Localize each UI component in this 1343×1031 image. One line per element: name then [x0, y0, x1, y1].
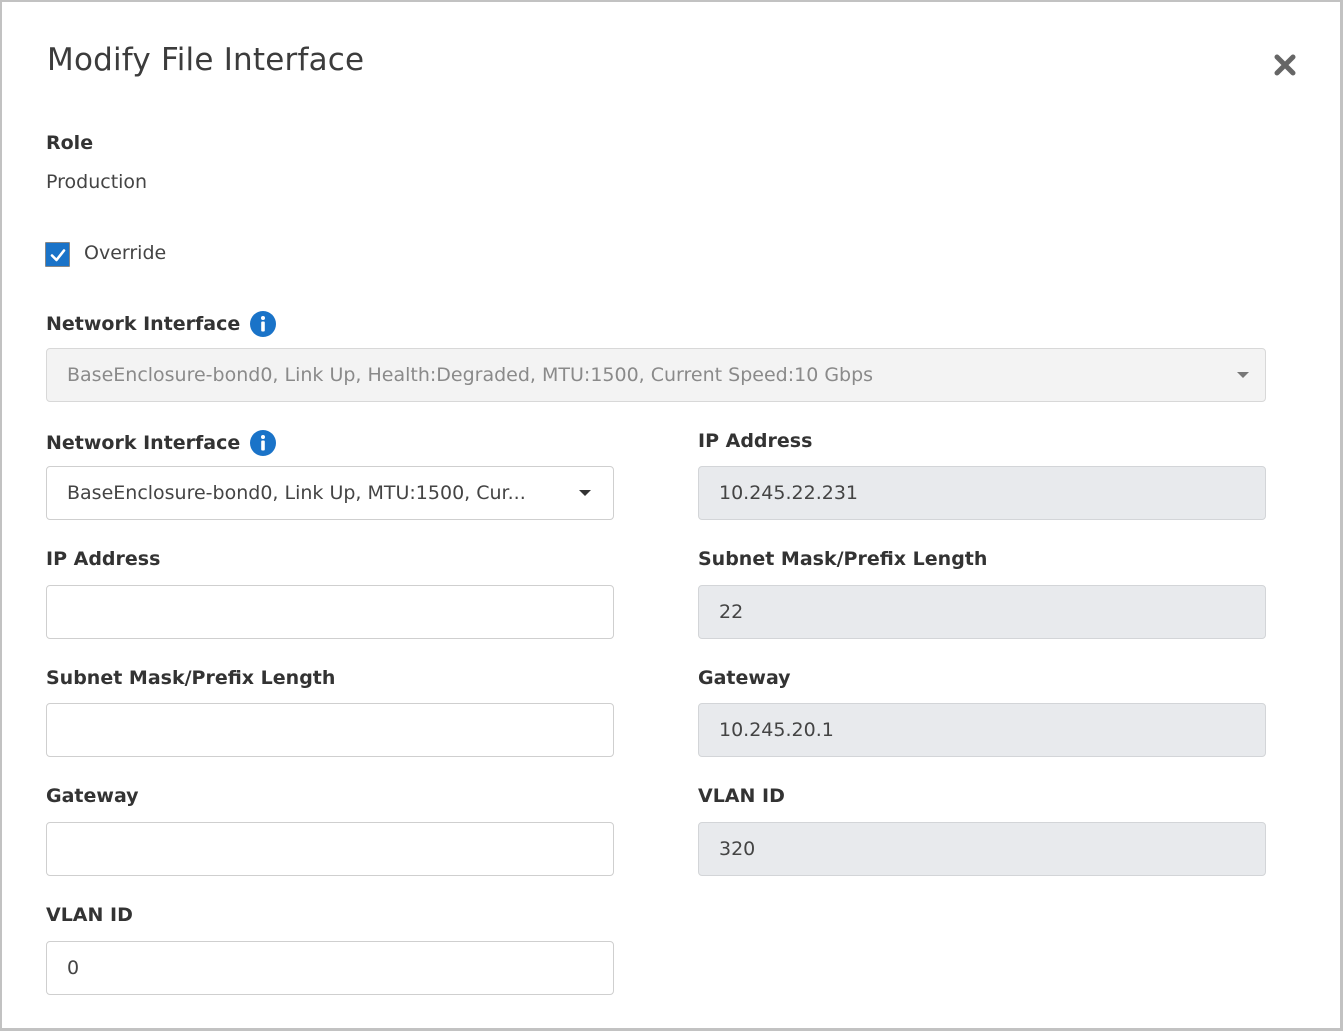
current-subnet-value: 22 [719, 601, 744, 623]
new-subnet-input[interactable] [67, 719, 597, 741]
new-network-interface-label-text: Network Interface [46, 432, 241, 454]
current-vlan-id-field: 320 [698, 822, 1266, 876]
new-network-interface-label: Network Interface [46, 430, 277, 456]
network-interface-label: Network Interface [46, 311, 277, 337]
info-icon[interactable] [250, 430, 277, 456]
new-gateway-label: Gateway [46, 785, 139, 807]
current-gateway-label: Gateway [698, 667, 791, 689]
new-subnet-label: Subnet Mask/Prefix Length [46, 667, 336, 689]
new-vlan-id-label: VLAN ID [46, 904, 133, 926]
new-gateway-input[interactable] [67, 838, 597, 860]
checkmark-icon [50, 248, 65, 261]
close-icon [1274, 54, 1296, 76]
new-ip-address-label: IP Address [46, 548, 161, 570]
close-button[interactable] [1270, 50, 1300, 80]
current-gateway-value: 10.245.20.1 [719, 719, 834, 741]
new-network-interface-select[interactable]: BaseEnclosure-bond0, Link Up, MTU:1500, … [46, 466, 614, 520]
new-subnet-field[interactable] [46, 703, 614, 757]
network-interface-label-text: Network Interface [46, 313, 241, 335]
chevron-down-icon [579, 490, 591, 496]
current-subnet-label: Subnet Mask/Prefix Length [698, 548, 988, 570]
override-checkbox[interactable] [45, 242, 70, 267]
current-vlan-id-label: VLAN ID [698, 785, 785, 807]
new-ip-address-field[interactable] [46, 585, 614, 639]
current-ip-address-field: 10.245.22.231 [698, 466, 1266, 520]
dialog-title: Modify File Interface [47, 42, 365, 78]
current-subnet-field: 22 [698, 585, 1266, 639]
current-vlan-id-value: 320 [719, 838, 756, 860]
role-value: Production [46, 171, 148, 193]
new-gateway-field[interactable] [46, 822, 614, 876]
new-vlan-id-field[interactable] [46, 941, 614, 995]
current-gateway-field: 10.245.20.1 [698, 703, 1266, 757]
current-ip-address-value: 10.245.22.231 [719, 482, 859, 504]
new-network-interface-value: BaseEnclosure-bond0, Link Up, MTU:1500, … [67, 482, 526, 504]
network-interface-disabled-value: BaseEnclosure-bond0, Link Up, Health:Deg… [67, 364, 874, 386]
role-label: Role [46, 132, 94, 154]
current-ip-address-label: IP Address [698, 430, 813, 452]
override-label: Override [84, 242, 167, 264]
new-vlan-id-input[interactable] [67, 957, 597, 979]
info-icon[interactable] [250, 311, 277, 337]
modify-file-interface-dialog: Modify File Interface Role Production Ov… [2, 2, 1340, 1028]
new-ip-address-input[interactable] [67, 601, 597, 623]
network-interface-select-disabled: BaseEnclosure-bond0, Link Up, Health:Deg… [46, 348, 1266, 402]
chevron-down-icon [1237, 372, 1249, 378]
